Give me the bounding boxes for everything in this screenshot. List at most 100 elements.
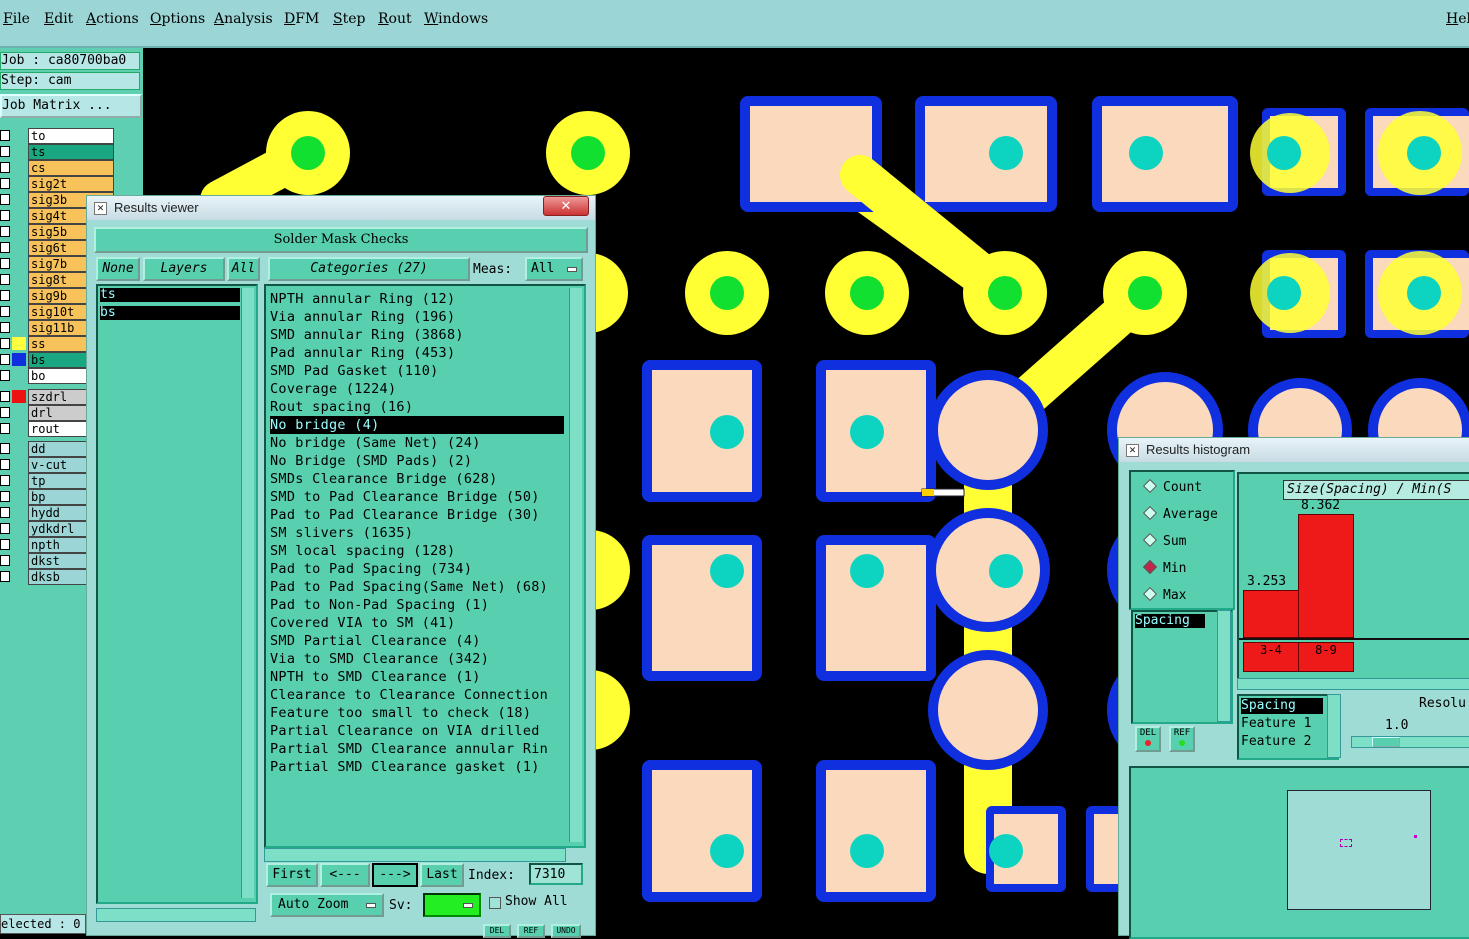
category-item[interactable]: Pad to Pad Spacing(Same Net) (68)	[270, 578, 564, 596]
mode-radio-count[interactable]: Count	[1142, 478, 1202, 495]
menu-rout[interactable]: Rout	[378, 11, 412, 27]
layer-checkbox[interactable]	[0, 130, 10, 141]
category-item[interactable]: No bridge (Same Net) (24)	[270, 434, 564, 452]
menu-dfm[interactable]: DFM	[284, 11, 319, 27]
layer-checkbox[interactable]	[0, 274, 10, 285]
layer-checkbox[interactable]	[0, 423, 10, 434]
layer-checkbox[interactable]	[0, 178, 10, 189]
layer-color-swatch[interactable]	[12, 225, 26, 238]
layer-color-swatch[interactable]	[12, 490, 26, 503]
layer-color-swatch[interactable]	[12, 422, 26, 435]
layer-checkbox[interactable]	[0, 571, 10, 582]
histo-ref-button[interactable]: REF	[1169, 726, 1195, 752]
bar-8-9[interactable]	[1298, 514, 1354, 638]
layer-name[interactable]: ts	[28, 144, 114, 160]
layer-color-swatch[interactable]	[12, 369, 26, 382]
category-item[interactable]: Pad to Pad Spacing (734)	[270, 560, 564, 578]
close-icon[interactable]: ✕	[543, 196, 589, 216]
resolution-slider[interactable]	[1351, 736, 1469, 748]
layer-checkbox[interactable]	[0, 322, 10, 333]
category-listbox[interactable]: NPTH annular Ring (12) Via annular Ring (…	[264, 284, 586, 848]
layer-color-swatch[interactable]	[12, 538, 26, 551]
first-button[interactable]: First	[266, 863, 318, 887]
field-item[interactable]: Spacing	[1241, 698, 1323, 714]
layer-color-swatch[interactable]	[12, 289, 26, 302]
layer-color-swatch[interactable]	[12, 129, 26, 142]
layer-color-swatch[interactable]	[12, 570, 26, 583]
field-item[interactable]: Feature 2	[1241, 734, 1323, 750]
histogram-chart[interactable]: Size(Spacing) / Min(S 3.253 8.362 3-4 8-…	[1237, 472, 1469, 688]
job-matrix-button[interactable]: Job Matrix ...	[0, 94, 142, 118]
layer-row-cs[interactable]: cs	[0, 160, 140, 176]
category-item[interactable]: SMD Partial Clearance (4)	[270, 632, 564, 650]
layer-checkbox[interactable]	[0, 162, 10, 173]
layer-color-swatch[interactable]	[12, 273, 26, 286]
layer-color-swatch[interactable]	[12, 474, 26, 487]
layer-color-swatch[interactable]	[12, 241, 26, 254]
layer-color-swatch[interactable]	[12, 406, 26, 419]
field-item[interactable]: Feature 1	[1241, 716, 1323, 732]
category-item[interactable]: Via to SMD Clearance (342)	[270, 650, 564, 668]
field-listbox[interactable]: Spacing Feature 1 Feature 2	[1237, 694, 1339, 760]
category-hscrollbar[interactable]	[264, 848, 566, 862]
menu-analysis[interactable]: Analysis	[214, 11, 273, 27]
category-item[interactable]: Via annular Ring (196)	[270, 308, 564, 326]
layer-color-swatch[interactable]	[12, 337, 26, 350]
next-button[interactable]: --->	[372, 863, 418, 887]
layers-button[interactable]: Layers	[143, 257, 225, 281]
category-item[interactable]: Partial Clearance on VIA drilled	[270, 722, 564, 740]
layer-color-swatch[interactable]	[12, 390, 26, 403]
layer-color-swatch[interactable]	[12, 321, 26, 334]
layer-checkbox[interactable]	[0, 407, 10, 418]
layer-list-item[interactable]: ts	[100, 288, 240, 302]
ref-button[interactable]: REF	[517, 924, 545, 938]
layer-checkbox[interactable]	[0, 443, 10, 454]
layer-checkbox[interactable]	[0, 475, 10, 486]
layer-checkbox[interactable]	[0, 491, 10, 502]
layer-hscrollbar[interactable]	[96, 908, 256, 922]
category-item[interactable]: Pad to Pad Clearance Bridge (30)	[270, 506, 564, 524]
category-item[interactable]: SMD annular Ring (3868)	[270, 326, 564, 344]
categories-button[interactable]: Categories (27)	[268, 257, 470, 281]
layer-checkbox[interactable]	[0, 555, 10, 566]
category-item[interactable]: Pad annular Ring (453)	[270, 344, 564, 362]
layer-color-swatch[interactable]	[12, 442, 26, 455]
category-item[interactable]: Clearance to Clearance Connection	[270, 686, 564, 704]
menu-step[interactable]: Step	[333, 11, 365, 27]
mode-radio-min[interactable]: Min	[1142, 559, 1186, 576]
layer-color-swatch[interactable]	[12, 506, 26, 519]
menu-file[interactable]: File	[3, 11, 30, 27]
layer-color-swatch[interactable]	[12, 145, 26, 158]
layer-checkbox[interactable]	[0, 242, 10, 253]
menu-actions[interactable]: Actions	[86, 11, 139, 27]
all-layers-button[interactable]: All	[227, 257, 260, 281]
category-item[interactable]: NPTH to SMD Clearance (1)	[270, 668, 564, 686]
layer-checkbox[interactable]	[0, 226, 10, 237]
category-item[interactable]: Covered VIA to SM (41)	[270, 614, 564, 632]
preview-pane[interactable]	[1129, 766, 1469, 939]
category-item[interactable]: SMD Pad Gasket (110)	[270, 362, 564, 380]
category-scrollbar[interactable]	[569, 288, 582, 842]
category-item[interactable]: Feature too small to check (18)	[270, 704, 564, 722]
category-item[interactable]: No Bridge (SMD Pads) (2)	[270, 452, 564, 470]
layer-checkbox[interactable]	[0, 210, 10, 221]
layer-checkbox[interactable]	[0, 370, 10, 381]
del-button[interactable]: DEL	[483, 924, 511, 938]
category-item[interactable]: Partial SMD Clearance gasket (1)	[270, 758, 564, 776]
category-item[interactable]: SMDs Clearance Bridge (628)	[270, 470, 564, 488]
layer-color-swatch[interactable]	[12, 554, 26, 567]
layer-checkbox[interactable]	[0, 146, 10, 157]
category-item[interactable]: SMD to Pad Clearance Bridge (50)	[270, 488, 564, 506]
show-all-checkbox[interactable]	[489, 897, 501, 909]
layer-checkbox[interactable]	[0, 391, 10, 402]
category-item[interactable]: Rout spacing (16)	[270, 398, 564, 416]
category-item[interactable]: SM slivers (1635)	[270, 524, 564, 542]
none-button[interactable]: None	[96, 257, 140, 281]
layer-checkbox[interactable]	[0, 338, 10, 349]
category-item[interactable]: NPTH annular Ring (12)	[270, 290, 564, 308]
mode-radio-sum[interactable]: Sum	[1142, 532, 1186, 549]
menu-help[interactable]: Hel	[1446, 11, 1469, 27]
layer-listbox[interactable]: ts bs	[96, 284, 258, 904]
undo-button[interactable]: UNDO	[551, 924, 581, 938]
layer-color-swatch[interactable]	[12, 458, 26, 471]
